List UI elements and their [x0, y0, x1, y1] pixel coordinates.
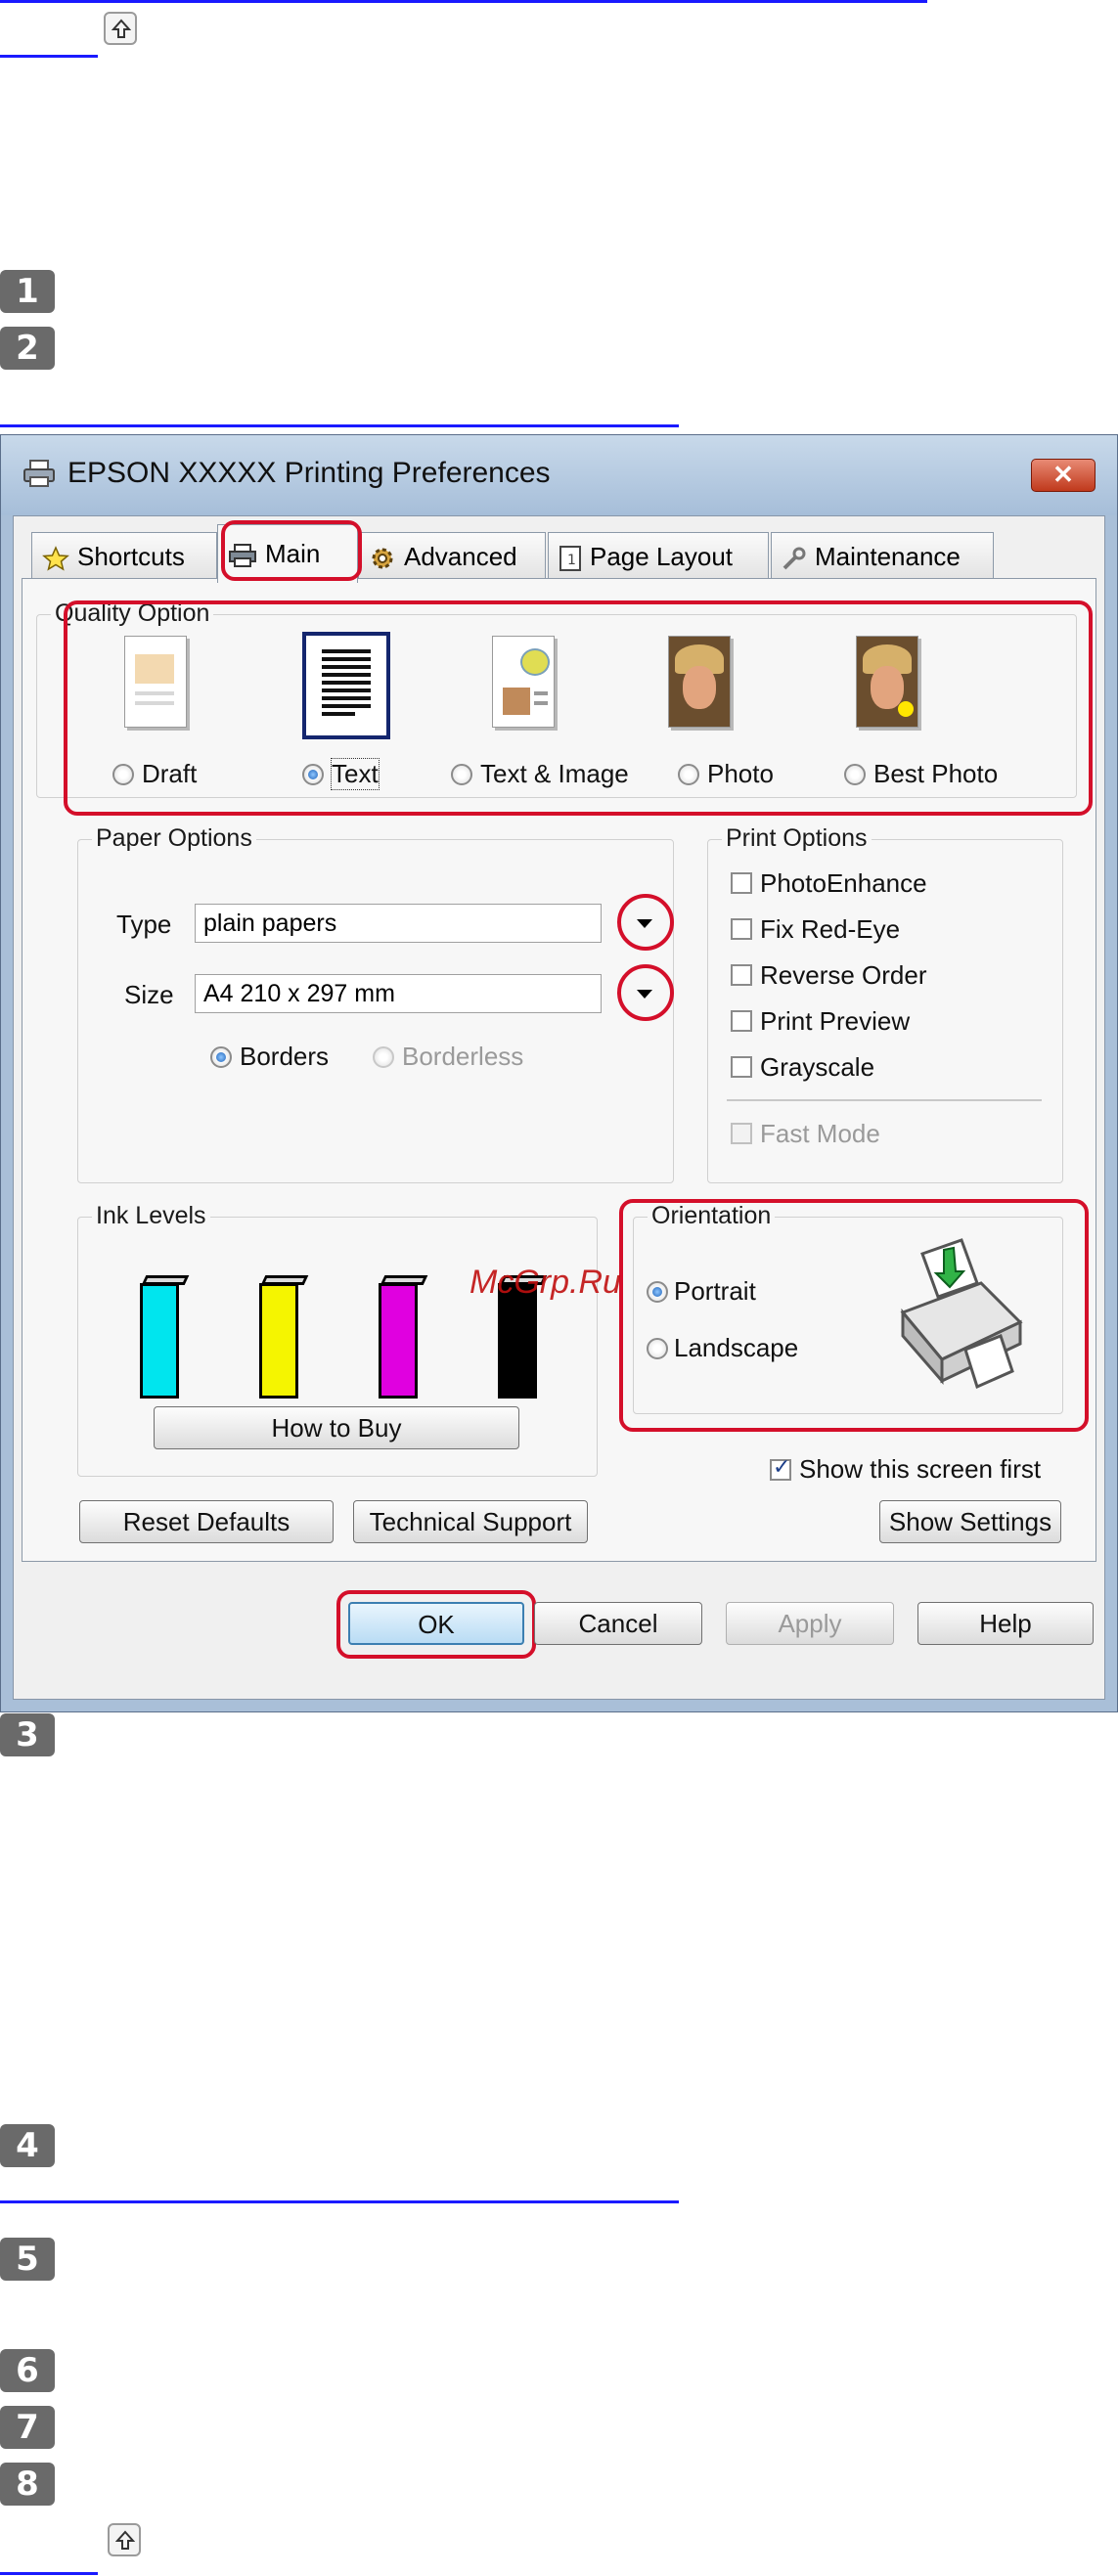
tab-shortcuts-label: Shortcuts — [77, 542, 185, 571]
fix-red-eye-label[interactable]: Fix Red-Eye — [760, 914, 900, 945]
photoenhance-checkbox[interactable] — [731, 872, 752, 894]
page-icon: 1 — [559, 546, 581, 572]
borderless-label[interactable]: Borderless — [402, 1042, 523, 1072]
how-to-buy-button[interactable]: How to Buy — [154, 1406, 519, 1449]
up-arrow-icon[interactable] — [108, 2523, 141, 2556]
dialog-title: EPSON XXXXX Printing Preferences — [67, 457, 551, 489]
printing-preferences-dialog: EPSON XXXXX Printing Preferences ✕ Short… — [0, 434, 1118, 1712]
highlight-orientation — [619, 1199, 1089, 1432]
highlight-quality-option — [64, 600, 1093, 816]
watermark: McGrp.Ru — [470, 1264, 621, 1301]
step-badge-3: 3 — [0, 1713, 55, 1756]
size-label: Size — [124, 980, 174, 1009]
photoenhance-label[interactable]: PhotoEnhance — [760, 868, 927, 899]
tab-advanced-label: Advanced — [404, 542, 517, 571]
grayscale-label[interactable]: Grayscale — [760, 1052, 874, 1083]
wrench-icon — [783, 547, 806, 570]
tab-maintenance-label: Maintenance — [815, 542, 961, 571]
paper-type-select[interactable]: plain papers — [195, 904, 602, 943]
ink-cartridge — [140, 1283, 179, 1399]
apply-button[interactable]: Apply — [726, 1602, 894, 1645]
main-tab-panel: Quality Option Draft Text Text & Image P… — [22, 578, 1096, 1562]
show-first-checkbox[interactable] — [770, 1455, 791, 1481]
borderless-radio[interactable] — [373, 1046, 394, 1068]
highlight-size-dropdown — [617, 964, 674, 1021]
ink-levels-label: Ink Levels — [92, 1202, 210, 1230]
tab-shortcuts[interactable]: Shortcuts — [31, 532, 217, 579]
show-first-label[interactable]: Show this screen first — [799, 1454, 1041, 1485]
fast-mode-label[interactable]: Fast Mode — [760, 1119, 880, 1149]
step-badge-4: 4 — [0, 2124, 55, 2167]
grayscale-checkbox[interactable] — [731, 1056, 752, 1078]
highlight-main-tab — [221, 520, 362, 581]
top-link-underline-short[interactable] — [0, 55, 98, 58]
fast-mode-checkbox[interactable] — [731, 1123, 752, 1144]
step-badge-1: 1 — [0, 270, 55, 313]
printer-icon — [23, 460, 55, 487]
section-link-underline[interactable] — [0, 424, 679, 427]
gear-icon — [372, 548, 393, 569]
borders-label[interactable]: Borders — [240, 1042, 329, 1072]
technical-support-button[interactable]: Technical Support — [353, 1500, 588, 1543]
section-link-underline-2[interactable] — [0, 2200, 679, 2203]
step-badge-2: 2 — [0, 327, 55, 370]
reset-defaults-button[interactable]: Reset Defaults — [79, 1500, 334, 1543]
paper-type-value: plain papers — [203, 910, 337, 937]
highlight-ok-button — [336, 1590, 536, 1659]
star-icon — [42, 546, 69, 571]
tab-maintenance[interactable]: Maintenance — [771, 532, 994, 579]
title-bar[interactable]: EPSON XXXXX Printing Preferences ✕ — [1, 435, 1117, 515]
show-settings-button[interactable]: Show Settings — [879, 1500, 1061, 1543]
reverse-order-checkbox[interactable] — [731, 964, 752, 986]
ink-cartridge — [379, 1283, 418, 1399]
up-arrow-icon[interactable] — [104, 12, 137, 45]
cancel-button[interactable]: Cancel — [534, 1602, 702, 1645]
print-options-divider — [727, 1099, 1042, 1101]
tab-advanced[interactable]: Advanced — [358, 532, 546, 579]
step-badge-6: 6 — [0, 2349, 55, 2392]
dialog-client-area: Shortcuts Main Advanced 1 Page Layout Mai… — [13, 515, 1105, 1700]
print-preview-checkbox[interactable] — [731, 1010, 752, 1032]
top-link-underline[interactable] — [0, 0, 927, 3]
print-options-label: Print Options — [722, 824, 872, 853]
paper-size-select[interactable]: A4 210 x 297 mm — [195, 974, 602, 1013]
svg-text:1: 1 — [567, 553, 576, 568]
paper-options-label: Paper Options — [92, 824, 256, 853]
borders-radio[interactable] — [210, 1046, 232, 1068]
step-badge-7: 7 — [0, 2406, 55, 2449]
bottom-link-underline[interactable] — [0, 2572, 98, 2575]
highlight-type-dropdown — [617, 894, 674, 951]
help-button[interactable]: Help — [917, 1602, 1094, 1645]
step-badge-8: 8 — [0, 2463, 55, 2506]
ink-cartridge — [259, 1283, 298, 1399]
step-badge-5: 5 — [0, 2238, 55, 2281]
tab-page-layout-label: Page Layout — [590, 542, 734, 571]
tab-page-layout[interactable]: 1 Page Layout — [548, 532, 769, 579]
close-button[interactable]: ✕ — [1031, 459, 1096, 492]
fix-red-eye-checkbox[interactable] — [731, 918, 752, 940]
print-preview-label[interactable]: Print Preview — [760, 1006, 910, 1037]
type-label: Type — [116, 910, 172, 939]
paper-size-value: A4 210 x 297 mm — [203, 980, 395, 1007]
reverse-order-label[interactable]: Reverse Order — [760, 960, 927, 991]
